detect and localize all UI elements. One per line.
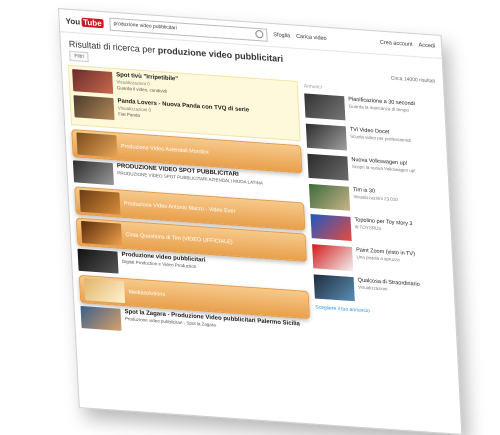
sidebar-item[interactable]: Topolino per Toy story 3 di TOYSRUS [310, 214, 442, 247]
sidebar-thumbnail[interactable] [307, 153, 349, 181]
result-title[interactable]: Cinta Questions di Tim (VIDEO UFFICIALE) [125, 232, 232, 246]
results-column: Spot tivù "Irripetibile" Visualizzazioni… [67, 64, 312, 349]
sidebar-item[interactable]: Paint Zoom (visto in TV) Una pistola a s… [312, 244, 443, 277]
result-thumbnail[interactable] [77, 248, 119, 274]
browse-link[interactable]: Sfoglia [273, 32, 290, 39]
main-area: Spot tivù "Irripetibile" Visualizzazioni… [62, 64, 457, 358]
sidebar-thumbnail[interactable] [308, 183, 351, 211]
login-link[interactable]: Accedi [418, 42, 435, 49]
result-thumbnail[interactable] [80, 305, 122, 331]
logo-tube: Tube [80, 17, 104, 28]
ad-thumbnail[interactable] [73, 95, 115, 121]
sidebar-thumbnail[interactable] [310, 214, 352, 241]
result-thumbnail[interactable] [81, 220, 123, 246]
create-account-link[interactable]: Crea account [380, 40, 413, 48]
result-thumbnail[interactable] [84, 278, 126, 304]
result-thumbnail[interactable] [79, 189, 121, 215]
result-thumbnail[interactable] [72, 160, 114, 186]
sidebar-item[interactable]: TVi Video Docet Scuola video per profess… [305, 123, 437, 157]
sidebar-thumbnail[interactable] [305, 123, 347, 151]
logo-you: You [65, 16, 81, 27]
search-icon[interactable] [255, 29, 264, 39]
youtube-window: You Tube produzione video pubblicitari S… [58, 8, 463, 435]
filter-button[interactable]: Filtri [69, 50, 90, 63]
ad-thumbnail[interactable] [72, 69, 114, 94]
search-value: produzione video pubblicitari [113, 20, 178, 32]
sidebar-footer-link[interactable]: Scegliere il tuo annuncio [315, 304, 445, 319]
sidebar: Annunci Pianificazione a 30 secondi Guar… [304, 81, 448, 357]
sidebar-item[interactable]: Nuova Volkswagen up! Scopri la nuova Vol… [307, 153, 438, 187]
youtube-logo[interactable]: You Tube [65, 16, 104, 28]
sidebar-thumbnail[interactable] [313, 274, 355, 302]
result-title[interactable]: Produzione Video Antonio Marzo - Video E… [124, 201, 236, 215]
result-title[interactable]: Produzione Video Aziendali Mondox [121, 144, 209, 156]
sidebar-item[interactable]: Tim is 30 Visualizzazioni 23.010 [308, 183, 440, 217]
sidebar-item[interactable]: Qualcosa di Straordinario Visualizzazion… [313, 274, 445, 307]
sidebar-item[interactable]: Pianificazione a 30 secondi Guarda la ma… [304, 93, 435, 126]
result-thumbnail[interactable] [76, 132, 118, 158]
sidebar-thumbnail[interactable] [312, 244, 354, 272]
result-count: Circa 14000 risultati [390, 75, 436, 85]
upload-link[interactable]: Carica video [296, 34, 327, 42]
sidebar-thumbnail[interactable] [304, 93, 346, 121]
result-title[interactable]: Mediasolutions [128, 289, 165, 298]
